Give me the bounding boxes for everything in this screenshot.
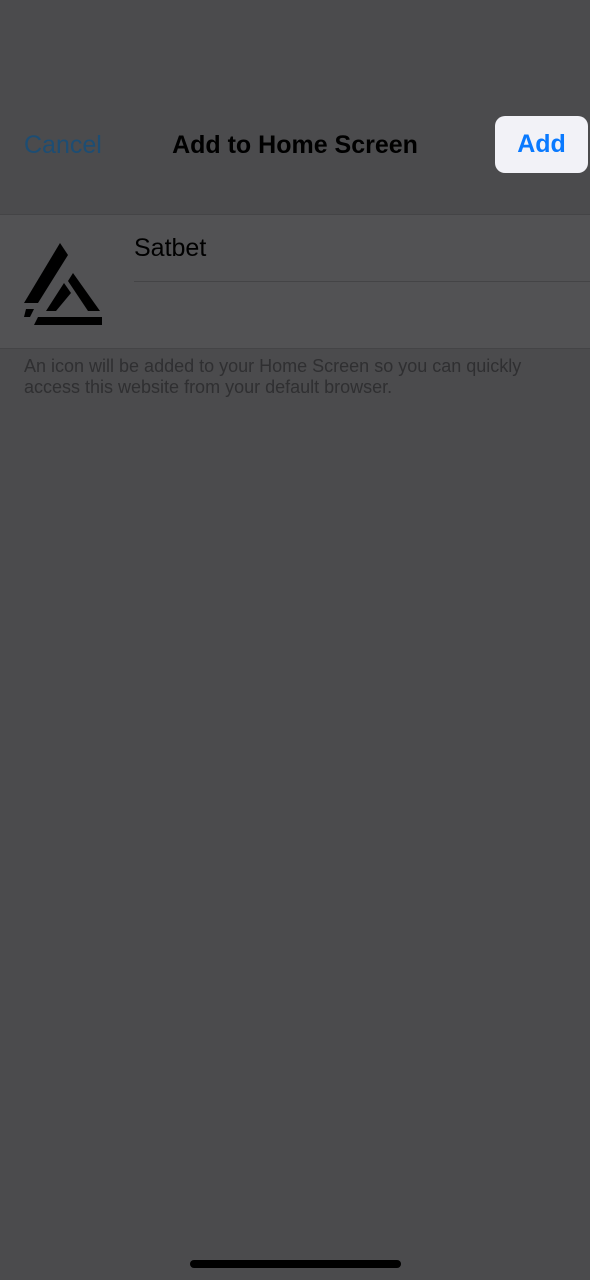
home-indicator[interactable] <box>190 1260 401 1268</box>
shortcut-card <box>0 214 590 349</box>
nav-bar: Cancel Add to Home Screen Add <box>0 112 590 178</box>
shortcut-url-field <box>134 282 590 348</box>
helper-text: An icon will be added to your Home Scree… <box>24 356 522 397</box>
satbet-logo-icon <box>24 243 102 325</box>
shortcut-name-input[interactable] <box>134 215 590 281</box>
add-button[interactable]: Add <box>495 116 588 173</box>
